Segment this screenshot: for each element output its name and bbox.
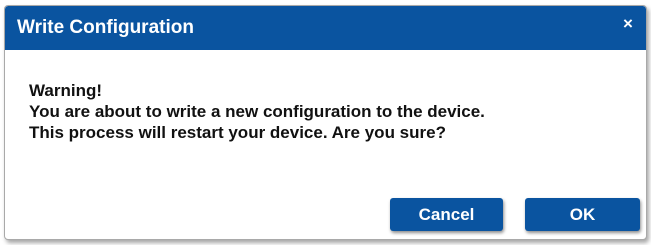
dialog-title: Write Configuration xyxy=(17,17,194,38)
message-line-1: You are about to write a new configurati… xyxy=(29,102,485,121)
dialog-message: Warning! You are about to write a new co… xyxy=(29,80,629,143)
write-configuration-dialog: Write Configuration × Warning! You are a… xyxy=(4,5,647,240)
message-line-2: This process will restart your device. A… xyxy=(29,123,446,142)
cancel-button[interactable]: Cancel xyxy=(390,198,503,231)
dialog-titlebar: Write Configuration × xyxy=(5,6,646,50)
close-icon[interactable]: × xyxy=(618,14,638,34)
warning-heading: Warning! xyxy=(29,81,103,100)
ok-button[interactable]: OK xyxy=(525,198,640,231)
